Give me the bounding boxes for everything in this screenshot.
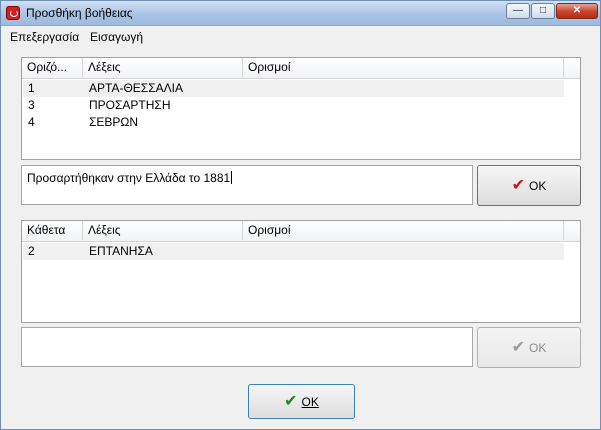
row-number: 3 [28,98,35,112]
text-caret [231,171,233,184]
column-header-definitions[interactable]: Ορισμοί [243,58,564,77]
close-button[interactable]: ✕ [556,3,598,19]
window-title: Προσθήκη βοήθειας [26,6,133,20]
check-icon: ✔ [284,392,298,410]
row-word: ΣΕΒΡΩΝ [89,115,139,129]
column-header-across[interactable]: Οριζό... [22,58,83,77]
maximize-button[interactable]: □ [531,3,555,19]
main-ok-label: OK [301,394,319,409]
list-header: Κάθετα Λέξεις Ορισμοί [22,221,580,242]
down-words-list[interactable]: Κάθετα Λέξεις Ορισμοί 2 ΕΠΤΑΝΗΣΑ [21,220,581,323]
title-bar[interactable]: Προσθήκη βοήθειας — □ ✕ [1,1,600,26]
row-word: ΑΡΤΑ-ΘΕΣΣΑΛΙΑ [89,81,183,95]
app-icon [6,6,20,20]
column-header-words[interactable]: Λέξεις [83,221,243,240]
across-words-list[interactable]: Οριζό... Λέξεις Ορισμοί 1 ΑΡΤΑ-ΘΕΣΣΑΛΙΑ … [21,57,581,160]
down-definition-input[interactable] [21,327,473,367]
main-ok-button[interactable]: ✔ OK [248,384,355,419]
dialog-window: Προσθήκη βοήθειας — □ ✕ Επεξεργασία Εισα… [0,0,601,430]
row-number: 2 [28,244,35,258]
list-item[interactable]: 4 ΣΕΒΡΩΝ [23,114,564,131]
check-icon: ✔ [511,176,526,194]
menu-insert[interactable]: Εισαγωγή [90,30,143,44]
across-ok-button[interactable]: ✔ OK [477,165,581,206]
across-definition-text: Προσαρτήθηκαν στην Ελλάδα το 1881 [27,171,231,185]
column-header-words[interactable]: Λέξεις [83,58,243,77]
menu-bar: Επεξεργασία Εισαγωγή [1,27,600,46]
menu-edit[interactable]: Επεξεργασία [10,30,79,44]
list-item[interactable]: 2 ΕΠΤΑΝΗΣΑ [23,243,564,260]
down-ok-label: OK [529,340,547,355]
row-number: 4 [28,115,35,129]
column-header-definitions[interactable]: Ορισμοί [243,221,564,240]
minimize-button[interactable]: — [506,3,530,19]
column-header-down[interactable]: Κάθετα [22,221,83,240]
across-definition-input[interactable]: Προσαρτήθηκαν στην Ελλάδα το 1881 [21,165,473,205]
check-icon: ✔ [511,338,526,356]
list-item[interactable]: 3 ΠΡΟΣΑΡΤΗΣΗ [23,97,564,114]
across-ok-label: OK [529,178,547,193]
list-item[interactable]: 1 ΑΡΤΑ-ΘΕΣΣΑΛΙΑ [23,80,564,97]
row-word: ΠΡΟΣΑΡΤΗΣΗ [89,98,171,112]
row-word: ΕΠΤΑΝΗΣΑ [89,244,153,258]
list-header: Οριζό... Λέξεις Ορισμοί [22,58,580,79]
row-number: 1 [28,81,35,95]
down-ok-button[interactable]: ✔ OK [477,327,581,368]
